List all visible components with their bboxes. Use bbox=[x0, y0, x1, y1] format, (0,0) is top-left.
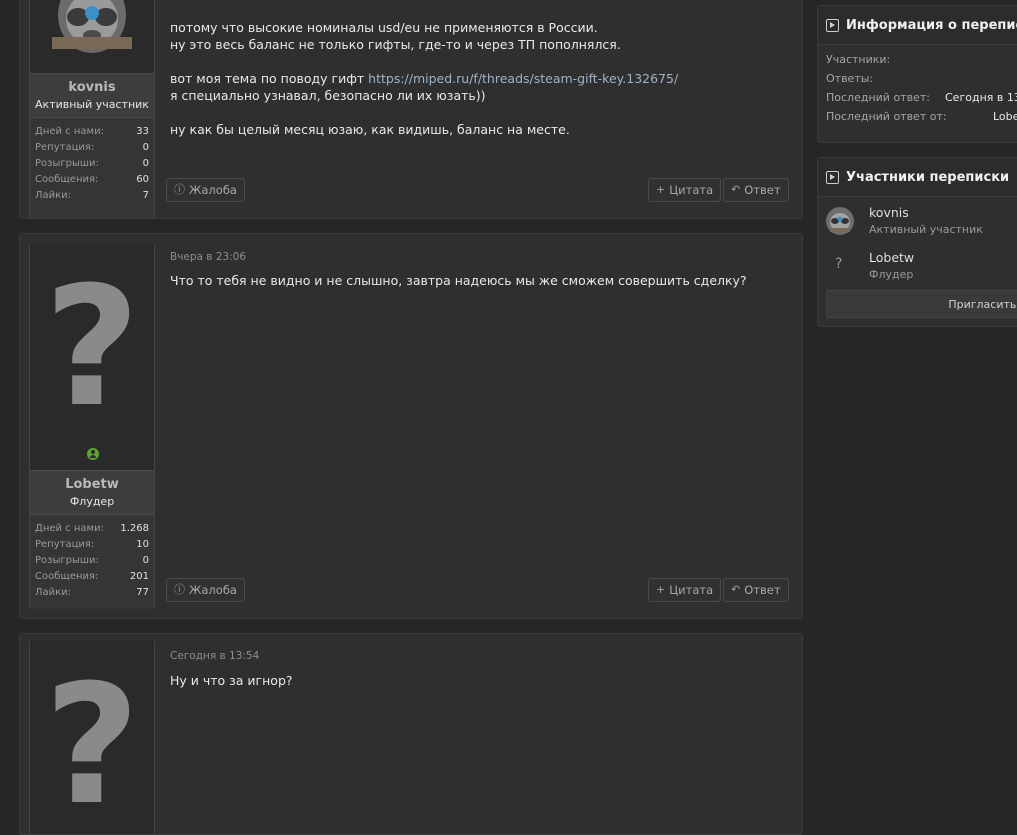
participant-name[interactable]: Lobetw bbox=[869, 250, 914, 265]
question-mark-icon: ? bbox=[44, 251, 140, 443]
user-title: Активный участник bbox=[35, 98, 149, 111]
stat-giveaways: Розыгрыши: 0 bbox=[35, 555, 149, 566]
message-body: Что то тебя не видно и не слышно, завтра… bbox=[170, 273, 747, 288]
message-line: ну как бы целый месяц юзаю, как видишь, … bbox=[170, 122, 570, 137]
stat-likes: Лайки: 77 bbox=[35, 587, 149, 598]
participant-title: Активный участник bbox=[869, 223, 983, 236]
quote-button[interactable]: + Цитата bbox=[648, 578, 722, 602]
sloth-avatar-icon bbox=[826, 207, 854, 235]
report-button[interactable]: ⓘ Жалоба bbox=[166, 178, 245, 202]
report-button[interactable]: ⓘ Жалоба bbox=[166, 578, 245, 602]
username[interactable]: Lobetw bbox=[30, 477, 154, 492]
question-mark-icon: ? bbox=[835, 256, 843, 272]
participant-item[interactable]: kovnis Активный участник bbox=[826, 205, 1017, 245]
reply-button[interactable]: ↶ Ответ bbox=[723, 178, 789, 202]
stat-reputation: Репутация: 10 bbox=[35, 539, 149, 550]
thread-link[interactable]: https://miped.ru/f/threads/steam-gift-ke… bbox=[368, 71, 678, 86]
message-post: ? Сегодня в 13:54 Ну и что за игнор? bbox=[19, 633, 803, 835]
user-name-box: kovnis Активный участник bbox=[30, 73, 154, 118]
post-date[interactable]: Вчера в 23:06 bbox=[170, 251, 246, 263]
last-reply-label: Последний ответ: bbox=[826, 91, 930, 104]
participants-label: Участники: bbox=[826, 53, 891, 66]
message-body: Ну и что за игнор? bbox=[170, 673, 293, 688]
invite-more-button[interactable]: Пригласить ещ bbox=[826, 290, 1017, 318]
stat-giveaways: Розыгрыши: 0 bbox=[35, 158, 149, 169]
plus-icon: + bbox=[656, 183, 666, 196]
participant-title: Флудер bbox=[869, 268, 914, 281]
panel-header[interactable]: Участники переписки bbox=[818, 158, 1017, 197]
message-line: я специально узнавал, безопасно ли их юз… bbox=[170, 88, 486, 103]
reply-arrow-icon: ↶ bbox=[731, 583, 741, 596]
avatar[interactable]: ? bbox=[30, 243, 154, 470]
replies-label: Ответы: bbox=[826, 72, 874, 85]
warning-icon: ⓘ bbox=[174, 583, 185, 596]
online-status-icon bbox=[87, 448, 99, 460]
avatar[interactable]: ? bbox=[30, 641, 154, 835]
question-mark-icon: ? bbox=[44, 649, 140, 835]
last-reply-value: Сегодня в 13 bbox=[945, 91, 1017, 104]
user-title: Флудер bbox=[69, 495, 115, 508]
user-name-box: Lobetw Флудер bbox=[30, 470, 154, 515]
collapse-toggle-icon bbox=[826, 170, 839, 184]
stat-days: Дней с нами: 33 bbox=[35, 126, 149, 137]
user-cell: ? bbox=[29, 641, 155, 835]
sloth-avatar-icon bbox=[30, 0, 154, 73]
panel-header[interactable]: Информация о переписке bbox=[818, 6, 1017, 45]
user-stats: Дней с нами: 1.268 Репутация: 10 Розыгрыши… bbox=[30, 515, 154, 605]
stat-days: Дней с нами: 1.268 bbox=[35, 523, 149, 534]
message-line: потому что высокие номиналы usd/eu не пр… bbox=[170, 20, 598, 35]
message-line: ну это весь баланс не только гифты, где-… bbox=[170, 37, 621, 52]
participant-name[interactable]: kovnis bbox=[869, 205, 909, 220]
participants-panel: Участники переписки kovnis Активный учас… bbox=[817, 157, 1017, 327]
participant-item[interactable]: ? Lobetw Флудер bbox=[826, 250, 1017, 290]
panel-title: Участники переписки bbox=[846, 169, 1010, 185]
message-line: вот моя тема по поводу гифт https://mipe… bbox=[170, 71, 679, 86]
message-post: kovnis Активный участник Дней с нами: 33 … bbox=[19, 0, 803, 219]
warning-icon: ⓘ bbox=[174, 183, 185, 196]
quote-button[interactable]: + Цитата bbox=[648, 178, 722, 202]
avatar[interactable] bbox=[30, 0, 154, 73]
collapse-toggle-icon bbox=[826, 18, 839, 32]
user-cell: ? Lobetw Флудер Дней с нами: 1.268 Репута… bbox=[29, 243, 155, 609]
panel-title: Информация о переписке bbox=[846, 17, 1017, 33]
username[interactable]: kovnis bbox=[30, 80, 154, 95]
user-cell: kovnis Активный участник Дней с нами: 33 … bbox=[29, 0, 155, 218]
message-post: ? Lobetw Флудер Дней с нами: 1.268 Репута… bbox=[19, 233, 803, 619]
conversation-info-panel: Информация о переписке Участники: Ответы… bbox=[817, 5, 1017, 143]
plus-icon: + bbox=[656, 583, 666, 596]
stat-likes: Лайки: 7 bbox=[35, 190, 149, 201]
message-body: потому что высокие номиналы usd/eu не пр… bbox=[170, 19, 792, 138]
stat-messages: Сообщения: 60 bbox=[35, 174, 149, 185]
reply-arrow-icon: ↶ bbox=[731, 183, 741, 196]
post-date[interactable]: Сегодня в 13:54 bbox=[170, 650, 259, 662]
last-reply-by-value[interactable]: Lobe bbox=[993, 110, 1017, 123]
user-stats: Дней с нами: 33 Репутация: 0 Розыгрыши: 0 С… bbox=[30, 118, 154, 208]
last-reply-by-label: Последний ответ от: bbox=[826, 110, 947, 123]
stat-reputation: Репутация: 0 bbox=[35, 142, 149, 153]
reply-button[interactable]: ↶ Ответ bbox=[723, 578, 789, 602]
stat-messages: Сообщения: 201 bbox=[35, 571, 149, 582]
